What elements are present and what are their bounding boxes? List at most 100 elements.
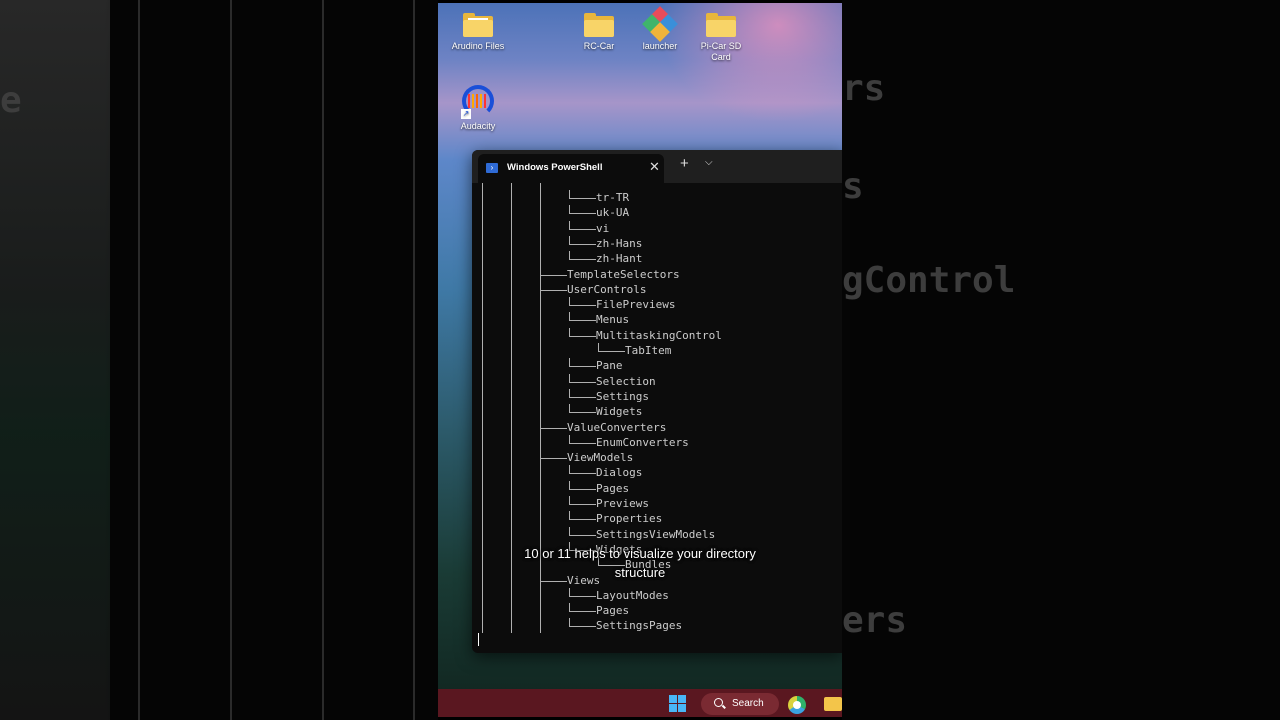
tree-branch [540,289,567,291]
folder-icon [706,13,736,37]
tree-branch [569,519,596,521]
video-caption: 10 or 11 helps to visualize your directo… [438,544,842,582]
background-ghost-text: rs [842,68,886,109]
directory-entry: uk-UA [596,206,630,220]
close-tab-icon[interactable]: ✕ [649,159,660,175]
tree-branch [598,351,625,352]
tree-branch [569,595,596,597]
tree-branch-stem [569,190,570,199]
text-cursor [478,633,479,646]
file-explorer-icon[interactable] [824,697,842,711]
browser-icon[interactable] [788,696,806,714]
tree-branch-stem [540,281,541,291]
tree-branch-stem [569,496,570,505]
background-ghost-text: gControl [842,260,1016,301]
tree-branch-stem [569,526,570,536]
tab-windows-powershell[interactable]: › Windows PowerShell ✕ [478,154,664,183]
taskbar-search-button[interactable]: Search [701,693,779,715]
caption-line: 10 or 11 helps to visualize your directo… [524,546,756,561]
terminal-titlebar[interactable]: › Windows PowerShell ✕ + ⌵ [472,150,842,183]
directory-entry: Dialogs [596,466,643,480]
tree-branch-stem [569,603,570,613]
tree-branch-stem [569,404,570,414]
tree-branch [569,504,596,505]
tree-branch [569,611,596,613]
desktop-screen: Arudino Files RC-Car launcher Pi-Car SD … [438,3,842,717]
desktop-icon-audacity[interactable]: ↗ Audacity [442,85,514,132]
directory-entry: Settings [596,389,649,403]
directory-entry: Pages [596,604,630,618]
tree-branch [569,534,596,536]
background-left-blur: e [0,0,438,720]
directory-entry: Selection [596,374,656,388]
tree-branch-stem [569,251,570,261]
tree-branch [540,427,567,429]
tree-branch-stem [569,373,570,383]
directory-entry: UserControls [567,282,647,296]
tree-branch [569,228,596,230]
tree-branch-stem [540,450,541,460]
background-tree-line [138,0,140,720]
tree-branch-stem [569,434,570,444]
folder-icon [463,13,493,37]
directory-entry: ValueConverters [567,420,667,434]
windows-start-icon[interactable] [669,695,686,712]
desktop-icon-pi-car-sd-card[interactable]: Pi-Car SD Card [685,13,757,63]
tree-branch [569,442,596,444]
directory-entry: LayoutModes [596,588,669,602]
directory-entry: tr-TR [596,191,630,204]
tree-branch [569,243,596,245]
tree-branch-stem [569,327,570,337]
directory-entry: Properties [596,512,663,526]
terminal-console[interactable]: tr-TR uk-UA vi zh-Hans zh-Hant TemplateSelect… [472,183,842,653]
tree-branch-stem [569,465,570,475]
background-tree-line [413,0,415,720]
desktop-icon-label: Audacity [460,121,496,131]
tree-branch [569,305,596,307]
tree-branch [569,412,596,414]
tree-branch-stem [569,220,570,230]
tree-branch [569,381,596,383]
directory-entry: MultitaskingControl [596,328,722,342]
tree-branch [569,396,596,398]
directory-entry: TemplateSelectors [567,267,680,281]
directory-entry: Previews [596,497,649,510]
tree-branch [569,473,596,475]
desktop-icon-label: Pi-Car SD Card [700,41,742,62]
tree-branch-stem [569,235,570,245]
desktop-icon-arudino-files[interactable]: Arudino Files [442,13,514,52]
tree-branch [569,366,596,368]
background-tree-line [230,0,232,720]
tree-branch [569,213,596,215]
background-ghost-text: ers [842,600,908,641]
launcher-icon [642,6,678,42]
directory-entry: Menus [596,313,630,327]
directory-entry: Pane [596,359,623,373]
tree-branch-stem [569,511,570,521]
tree-branch-stem [569,587,570,597]
tree-branch-stem [598,343,599,352]
tree-branch-stem [569,297,570,307]
new-tab-button[interactable]: + [680,155,689,172]
folder-icon [584,13,614,37]
directory-entry: zh-Hant [596,252,643,266]
caption-line: structure [614,565,666,580]
tree-branch [540,458,567,460]
tree-branch [569,198,596,199]
tree-branch [540,274,567,276]
tree-branch-stem [569,205,570,215]
tree-branch [569,488,596,490]
directory-entry: Pages [596,481,630,495]
tree-branch-stem [569,618,570,628]
directory-entry: FilePreviews [596,298,676,312]
directory-entry: Widgets [596,405,643,419]
tree-branch-stem [569,388,570,398]
background-right-blur: rs s gControl ers [842,0,1280,720]
directory-entry: EnumConverters [596,435,689,449]
tree-branch-stem [540,419,541,429]
tree-branch-stem [569,312,570,322]
taskbar: Search [438,689,842,717]
background-ghost-text: s [842,166,864,207]
tab-title: Windows PowerShell [507,162,603,173]
chevron-down-icon[interactable]: ⌵ [705,157,713,168]
